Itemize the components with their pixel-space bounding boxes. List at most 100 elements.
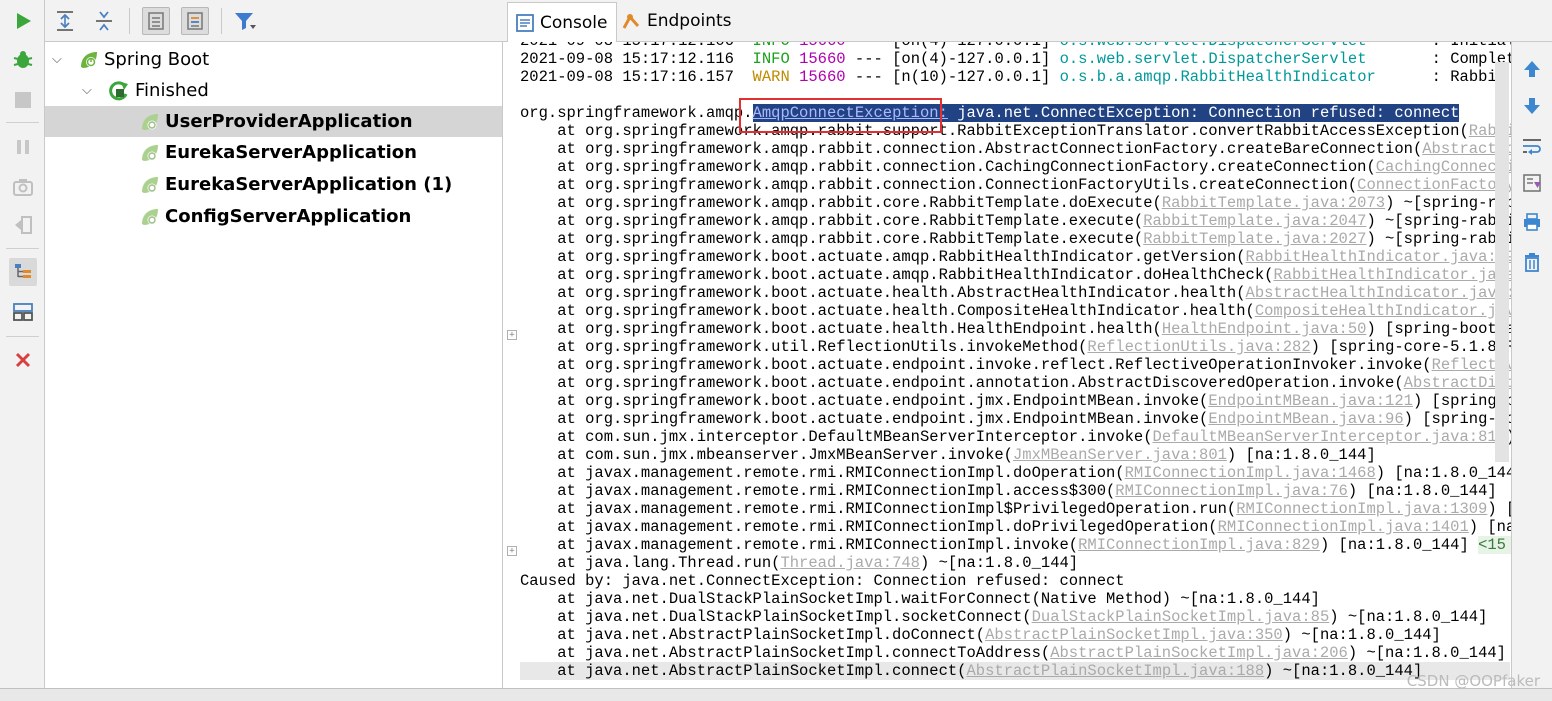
tree-node-label: Spring Boot xyxy=(104,49,210,70)
toolbar-divider xyxy=(6,248,39,249)
source-link[interactable]: AbstractPlainSocketImpl.java:206 xyxy=(1050,644,1348,662)
source-link[interactable]: RabbitTemplate.java:2027 xyxy=(1143,230,1366,248)
stack-frame-line: at org.springframework.util.ReflectionUt… xyxy=(520,338,1511,356)
debug-icon[interactable] xyxy=(9,46,37,74)
source-link[interactable]: DefaultMBeanServerInterceptor.java:819 xyxy=(1153,428,1506,446)
layout-icon[interactable] xyxy=(9,298,37,326)
source-link[interactable]: RabbitHealthIndicator.java:49 xyxy=(1246,248,1511,266)
source-link[interactable]: CompositeHealthIndicator.java:9 xyxy=(1255,302,1511,320)
stack-frame-line: at com.sun.jmx.interceptor.DefaultMBeanS… xyxy=(520,428,1511,446)
stack-frame-line: at org.springframework.boot.actuate.endp… xyxy=(520,374,1511,392)
exit-icon[interactable] xyxy=(9,211,37,239)
source-link[interactable]: AbstractPlainSocketImpl.java:350 xyxy=(985,626,1283,644)
source-link[interactable]: DualStackPlainSocketImpl.java:85 xyxy=(1032,608,1330,626)
tree-node-label: UserProviderApplication xyxy=(165,111,413,132)
source-link[interactable]: HealthEndpoint.java:50 xyxy=(1162,320,1367,338)
tree-node-spring-boot[interactable]: ⌵ Spring Boot xyxy=(45,44,502,75)
print-icon[interactable] xyxy=(1518,208,1546,236)
source-link[interactable]: AbstractHealthIndicator.java:82 xyxy=(1246,284,1511,302)
source-link[interactable]: RMIConnectionImpl.java:1468 xyxy=(1125,464,1376,482)
toolbar-divider xyxy=(6,336,39,337)
console-gutter: + + xyxy=(503,42,519,688)
expand-all-icon[interactable] xyxy=(51,7,79,35)
console-output[interactable]: + + 2021-09-08 15:17:12.106 INFO 15660 -… xyxy=(503,42,1511,688)
spring-boot-icon xyxy=(81,51,97,68)
stack-frame-line: at javax.management.remote.rmi.RMIConnec… xyxy=(520,464,1511,482)
stop-icon[interactable] xyxy=(9,86,37,114)
stack-frame-line: at org.springframework.boot.actuate.heal… xyxy=(520,320,1511,338)
folded-lines-badge[interactable]: <15 in xyxy=(1478,536,1511,554)
stack-frame-line: at java.net.DualStackPlainSocketImpl.soc… xyxy=(520,608,1488,626)
pause-icon[interactable] xyxy=(9,133,37,161)
exception-message: java.net.ConnectException: Connection re… xyxy=(947,104,1460,122)
toolbar-divider xyxy=(221,8,222,34)
stack-frame-line: at org.springframework.boot.actuate.amqp… xyxy=(520,266,1511,284)
tab-label: Console xyxy=(540,12,608,33)
soft-wrap-icon[interactable] xyxy=(1518,132,1546,160)
stack-frame-line: at javax.management.remote.rmi.RMIConnec… xyxy=(520,518,1511,536)
source-link[interactable]: ReflectionUtils.java:282 xyxy=(1087,338,1310,356)
exception-line[interactable]: org.springframework.amqp.AmqpConnectExce… xyxy=(520,104,1510,122)
tree-node-app[interactable]: UserProviderApplication xyxy=(45,106,502,137)
tree-node-label: ConfigServerApplication xyxy=(165,206,412,227)
run-dashboard-tree: ⌵ Spring Boot ⌵ Finished UserProviderApp… xyxy=(45,42,503,688)
source-link[interactable]: EndpointMBean.java:96 xyxy=(1208,410,1403,428)
console-scrollbar[interactable] xyxy=(1495,62,1509,462)
cause-stack-frames: at java.net.DualStackPlainSocketImpl.wai… xyxy=(520,590,1510,680)
stack-frame-line: at org.springframework.boot.actuate.endp… xyxy=(520,356,1511,374)
console-icon xyxy=(516,13,534,32)
tree-view-icon[interactable] xyxy=(9,258,37,286)
group-by-type-icon[interactable] xyxy=(142,7,170,35)
source-link[interactable]: JmxMBeanServer.java:801 xyxy=(1013,446,1227,464)
filter-icon[interactable] xyxy=(231,7,259,35)
source-link[interactable]: RMIConnectionImpl.java:829 xyxy=(1078,536,1320,554)
trash-icon[interactable] xyxy=(1518,248,1546,276)
source-link[interactable]: EndpointMBean.java:121 xyxy=(1208,392,1413,410)
source-link[interactable]: RMIConnectionImpl.java:1401 xyxy=(1218,518,1469,536)
highlight-box xyxy=(739,98,942,133)
stack-frame-line: at org.springframework.boot.actuate.endp… xyxy=(520,392,1511,410)
tree-node-app[interactable]: EurekaServerApplication xyxy=(45,137,502,168)
stack-frame-line: at java.net.DualStackPlainSocketImpl.wai… xyxy=(520,590,1320,608)
spring-boot-app-icon xyxy=(142,176,158,193)
stack-frame-line: at org.springframework.amqp.rabbit.core.… xyxy=(520,194,1511,212)
source-link[interactable]: Thread.java:748 xyxy=(780,554,920,572)
source-link[interactable]: RabbitTemplate.java:2047 xyxy=(1143,212,1366,230)
source-link[interactable]: ConnectionFactoryUti xyxy=(1357,176,1511,194)
tree-node-finished[interactable]: ⌵ Finished xyxy=(45,75,502,106)
fold-icon[interactable]: + xyxy=(507,546,517,556)
scroll-to-end-icon[interactable] xyxy=(1518,169,1546,197)
source-link[interactable]: RMIConnectionImpl.java:76 xyxy=(1115,482,1348,500)
chevron-down-icon[interactable]: ⌵ xyxy=(52,52,62,67)
chevron-down-icon[interactable]: ⌵ xyxy=(82,83,92,98)
up-arrow-icon[interactable] xyxy=(1518,55,1546,83)
stack-frame-line: at org.springframework.amqp.rabbit.core.… xyxy=(520,212,1511,230)
collapse-all-icon[interactable] xyxy=(90,7,118,35)
log-line: 2021-09-08 15:17:12.116 INFO 15660 --- [… xyxy=(520,50,1511,68)
camera-icon[interactable] xyxy=(9,173,37,201)
toolbar-divider xyxy=(129,8,130,34)
stack-frame-line: at org.springframework.boot.actuate.amqp… xyxy=(520,248,1511,266)
close-icon[interactable] xyxy=(9,346,37,374)
source-link[interactable]: CachingConnectionF xyxy=(1376,158,1511,176)
source-link[interactable]: AbstractPlainSocketImpl.java:188 xyxy=(966,662,1264,680)
source-link[interactable]: RabbitHealthIndicator.java:44 xyxy=(1273,266,1511,284)
source-link[interactable]: RMIConnectionImpl.java:1309 xyxy=(1236,500,1487,518)
toolbar-divider xyxy=(6,122,39,123)
source-link[interactable]: RabbitTemplate.java:2073 xyxy=(1162,194,1385,212)
down-arrow-icon[interactable] xyxy=(1518,92,1546,120)
tree-node-app[interactable]: ConfigServerApplication xyxy=(45,201,502,232)
stack-frame-line: at org.springframework.amqp.rabbit.conne… xyxy=(520,158,1511,176)
tab-console[interactable]: Console xyxy=(507,2,617,42)
group-by-configuration-icon[interactable] xyxy=(181,7,209,35)
tree-node-app[interactable]: EurekaServerApplication (1) xyxy=(45,169,502,200)
stack-frame-line: at javax.management.remote.rmi.RMIConnec… xyxy=(520,482,1497,500)
fold-icon[interactable]: + xyxy=(507,330,517,340)
stack-frame-line: at org.springframework.amqp.rabbit.conne… xyxy=(520,176,1511,194)
run-icon[interactable] xyxy=(9,7,37,35)
stack-frame-line: at java.lang.Thread.run(Thread.java:748)… xyxy=(520,554,1079,572)
spring-boot-app-icon xyxy=(142,144,158,161)
stack-frame-line: at org.springframework.boot.actuate.heal… xyxy=(520,284,1511,302)
tab-endpoints[interactable]: Endpoints xyxy=(613,2,740,40)
